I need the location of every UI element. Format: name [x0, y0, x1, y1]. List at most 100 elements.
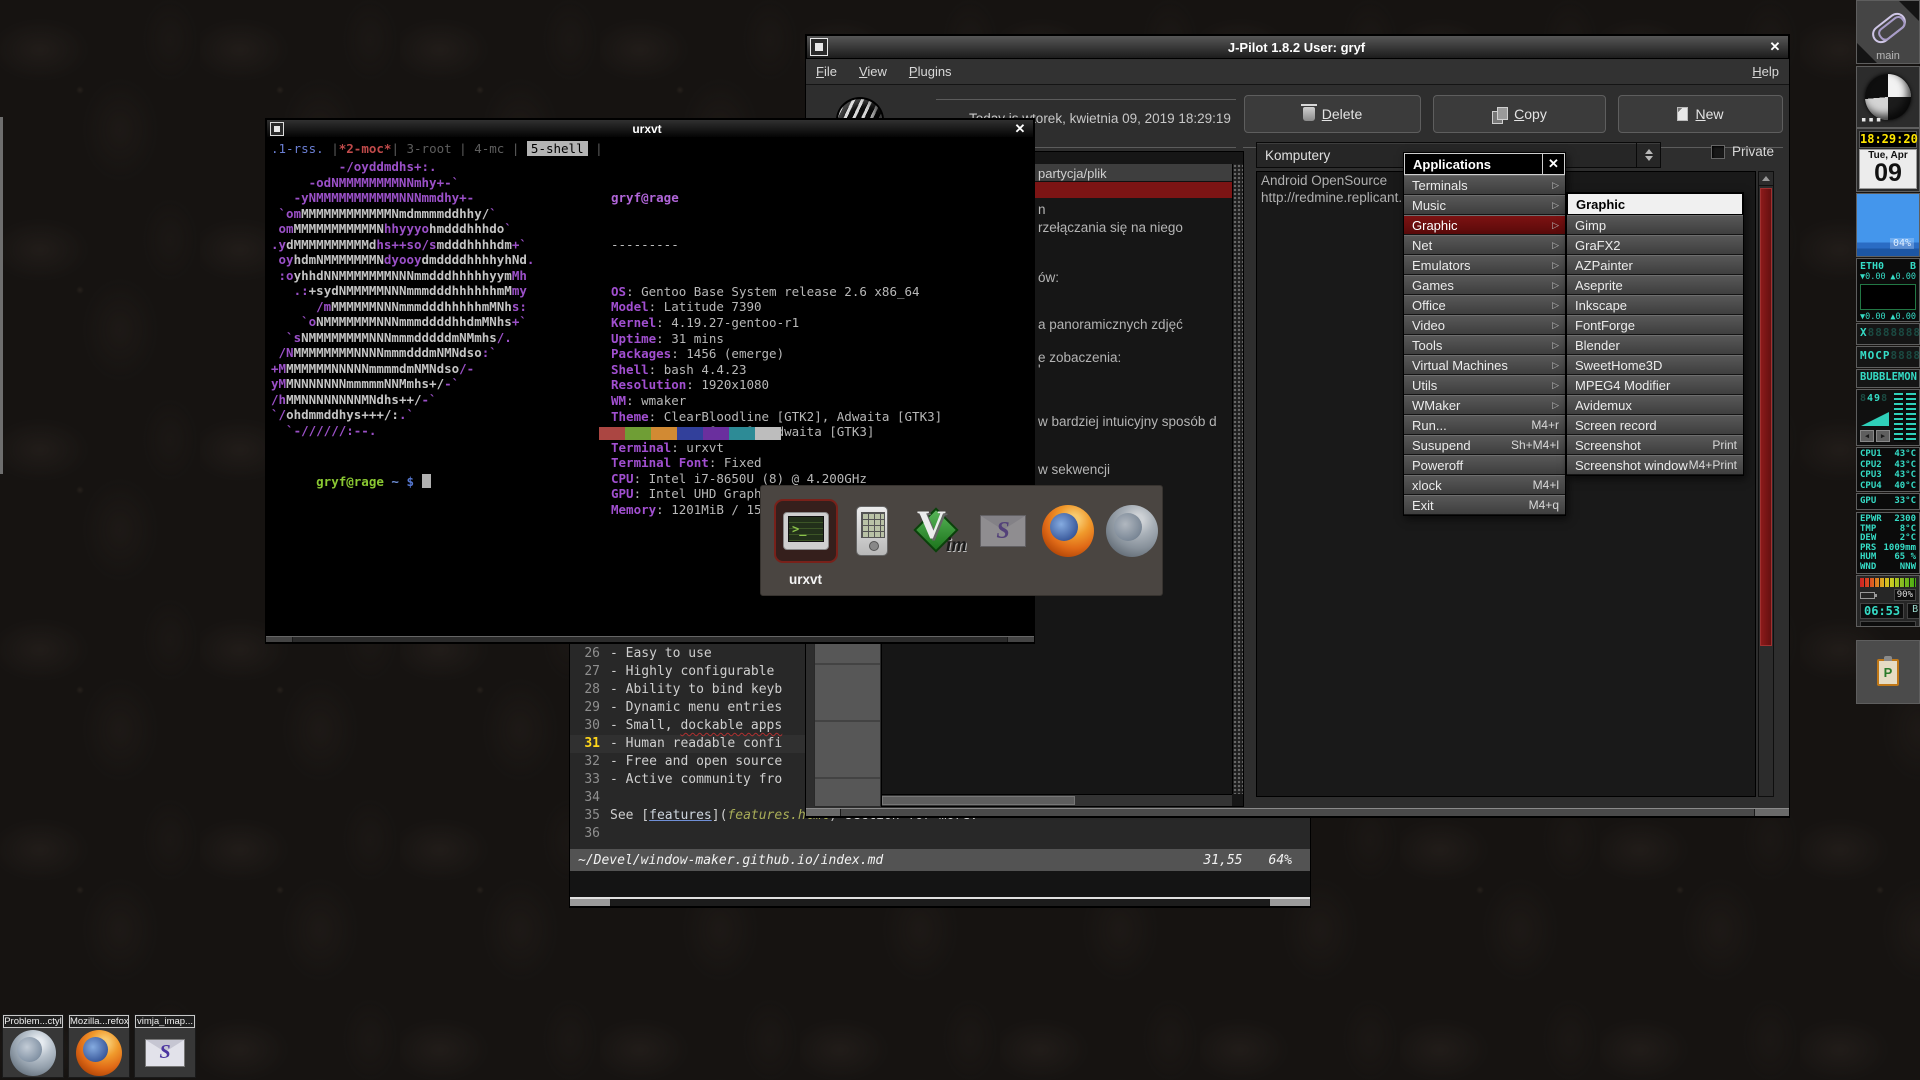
- dockapp-gpu-temp[interactable]: GPU33°C: [1856, 493, 1920, 510]
- screen-tab[interactable]: .1-rss.: [271, 141, 324, 156]
- menu-item-avidemux[interactable]: Avidemux: [1567, 395, 1743, 415]
- menu-item-xlock[interactable]: xlockM4+l: [1404, 475, 1565, 495]
- dockapp-bubblemon[interactable]: 04%: [1856, 193, 1920, 257]
- screen-tab[interactable]: *2-moc*: [339, 141, 392, 156]
- menu-item-sweethome3d[interactable]: SweetHome3D: [1567, 355, 1743, 375]
- prompt-path: ~: [391, 474, 399, 489]
- dockapp-mixer[interactable]: 8498 ◀ ▶: [1856, 389, 1920, 446]
- minimized-window-mozilla-refox[interactable]: Mozilla...refox: [68, 1014, 130, 1078]
- close-icon[interactable]: ✕: [1766, 38, 1784, 56]
- dockapp-mocp[interactable]: MOCP8888: [1856, 346, 1920, 368]
- applications-menu-title[interactable]: Applications ✕: [1404, 153, 1565, 175]
- dockapp-pinwheel[interactable]: ▪▪▪: [1856, 66, 1920, 128]
- copy-icon: [1492, 107, 1507, 122]
- mixer-next-icon[interactable]: ▶: [1876, 430, 1890, 442]
- dockapp-weather[interactable]: EPWR2300TMP8°CDEW2°CPRS1009mmHUM65 %WNDN…: [1856, 512, 1920, 574]
- menu-item-virtual-machines[interactable]: Virtual Machines▷: [1404, 355, 1565, 375]
- switch-app-vim[interactable]: Vim: [905, 499, 969, 563]
- vim-resizebar[interactable]: [570, 897, 1310, 907]
- dockapp-display[interactable]: X88888888: [1856, 323, 1920, 345]
- switch-app-firefox[interactable]: [1036, 499, 1100, 563]
- menu-item-grafx2[interactable]: GraFX2: [1567, 235, 1743, 255]
- menu-item-graphic[interactable]: Graphic▷: [1404, 215, 1565, 235]
- delete-button[interactable]: Delete: [1244, 95, 1421, 133]
- switch-app-palm[interactable]: [840, 499, 904, 563]
- volume-triangle-icon[interactable]: [1861, 412, 1889, 426]
- close-icon[interactable]: ✕: [1542, 154, 1564, 174]
- menu-item-wmaker[interactable]: WMaker▷: [1404, 395, 1565, 415]
- menu-item-poweroff[interactable]: Poweroff: [1404, 455, 1565, 475]
- switch-app-mail[interactable]: S: [971, 499, 1035, 563]
- menu-view[interactable]: View: [859, 64, 887, 79]
- menu-item-utils[interactable]: Utils▷: [1404, 375, 1565, 395]
- menu-item-screenshot-window[interactable]: Screenshot windowM4+Print: [1567, 455, 1743, 475]
- minimized-window-problem-ctyl[interactable]: Problem...ctyl: [2, 1014, 64, 1078]
- menu-help[interactable]: Help: [1752, 64, 1779, 79]
- mixer-prev-icon[interactable]: ◀: [1860, 430, 1874, 442]
- switch-app-terminal[interactable]: >_: [774, 499, 838, 563]
- terminal-titlebar[interactable]: urxvt ✕: [266, 119, 1034, 138]
- menu-item-aseprite[interactable]: Aseprite: [1567, 275, 1743, 295]
- scrollbar-thumb[interactable]: [1760, 188, 1772, 646]
- color-swatch: [651, 427, 677, 440]
- menu-item-screen-record[interactable]: Screen record: [1567, 415, 1743, 435]
- neofetch-line: WM: wmaker: [611, 393, 942, 409]
- menu-item-music[interactable]: Music▷: [1404, 195, 1565, 215]
- menu-item-video[interactable]: Video▷: [1404, 315, 1565, 335]
- screen-tab-bar: .1-rss. |*2-moc*| 3-root | 4-mc | 5-shel…: [271, 141, 603, 156]
- menu-item-games[interactable]: Games▷: [1404, 275, 1565, 295]
- menu-item-office[interactable]: Office▷: [1404, 295, 1565, 315]
- new-button[interactable]: New: [1618, 95, 1783, 133]
- shell-prompt[interactable]: gryf@rage ~ $: [271, 459, 431, 504]
- clock-day: 09: [1860, 161, 1916, 185]
- dockapp-dots: ▪▪▪: [1861, 115, 1883, 125]
- jpilot-resizebar[interactable]: [806, 808, 1789, 817]
- jpilot-titlebar[interactable]: J-Pilot 1.8.2 User: gryf ✕: [806, 35, 1789, 59]
- applications-menu: Applications ✕ Terminals▷Music▷Graphic▷N…: [1403, 152, 1566, 516]
- menu-item-exit[interactable]: ExitM4+q: [1404, 495, 1565, 515]
- dockapp-jpilot-icon[interactable]: P: [1856, 640, 1920, 704]
- combobox-value: Komputery: [1265, 148, 1330, 163]
- horizontal-scrollbar[interactable]: [882, 794, 1232, 806]
- switch-app-firefox-gray[interactable]: [1100, 499, 1164, 563]
- miniaturize-icon[interactable]: [270, 122, 284, 136]
- close-icon[interactable]: ✕: [1011, 120, 1029, 138]
- menu-item-inkscape[interactable]: Inkscape: [1567, 295, 1743, 315]
- records-scrollbar[interactable]: [1758, 171, 1774, 797]
- minimized-window-vimja-imap[interactable]: vimja_imap...S: [134, 1014, 196, 1078]
- menu-item-azpainter[interactable]: AZPainter: [1567, 255, 1743, 275]
- graphic-submenu-title[interactable]: Graphic: [1567, 193, 1743, 215]
- copy-button[interactable]: Copy: [1433, 95, 1606, 133]
- terminal-resizebar[interactable]: [266, 636, 1034, 643]
- menu-plugins[interactable]: Plugins: [909, 64, 952, 79]
- menu-item-emulators[interactable]: Emulators▷: [1404, 255, 1565, 275]
- menu-item-fontforge[interactable]: FontForge: [1567, 315, 1743, 335]
- scroll-up-icon[interactable]: [1759, 172, 1773, 186]
- miniaturize-icon[interactable]: [810, 38, 828, 56]
- menu-file[interactable]: File: [816, 64, 837, 79]
- dockapp-battery[interactable]: 90% 06:53 B: [1856, 575, 1920, 627]
- menu-item-blender[interactable]: Blender: [1567, 335, 1743, 355]
- private-checkbox[interactable]: [1711, 145, 1725, 159]
- menu-item-net[interactable]: Net▷: [1404, 235, 1565, 255]
- dockapp-cpu-temps[interactable]: CPU143°CCPU243°CCPU343°CCPU440°C: [1856, 447, 1920, 492]
- menu-item-gimp[interactable]: Gimp: [1567, 215, 1743, 235]
- ascii-art-line: `sNMMMMMMMMNNNmmmdddddmNMmhs/.: [271, 330, 534, 346]
- menu-item-mpeg4-modifier[interactable]: MPEG4 Modifier: [1567, 375, 1743, 395]
- vertical-scrollbar[interactable]: [1232, 164, 1243, 794]
- dockapp-clock[interactable]: 18:29:20 Tue, Apr 09: [1856, 128, 1920, 192]
- screen-tab[interactable]: 5-shell: [527, 141, 588, 156]
- menu-item-susupend[interactable]: SusupendSh+M4+l: [1404, 435, 1565, 455]
- dockapp-bubblemon-label[interactable]: BUBBLEMON: [1856, 369, 1920, 388]
- net-up-rate: ▲0.00: [1890, 272, 1916, 282]
- menu-item-terminals[interactable]: Terminals▷: [1404, 175, 1565, 195]
- color-swatch: [677, 427, 703, 440]
- battery-percent: 90%: [1894, 589, 1916, 601]
- menu-item-tools[interactable]: Tools▷: [1404, 335, 1565, 355]
- combobox-spinner-icon[interactable]: [1636, 143, 1660, 167]
- vim-command-line[interactable]: [570, 871, 1310, 899]
- menu-item-screenshot[interactable]: ScreenshotPrint: [1567, 435, 1743, 455]
- menu-item-run[interactable]: Run...M4+r: [1404, 415, 1565, 435]
- dockapp-netmonitor[interactable]: ETH0B ▼0.00▲0.00 ▼0.00▲0.00: [1856, 258, 1920, 322]
- wmaker-clip[interactable]: main: [1856, 0, 1920, 64]
